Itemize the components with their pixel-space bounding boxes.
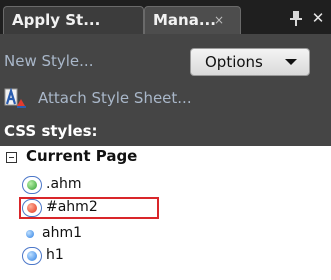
tab-close-icon[interactable]: × (209, 7, 229, 33)
options-button-label: Options (205, 53, 263, 71)
stylesheet-icon (4, 87, 30, 110)
panel-tab-bar: Apply St... Mana... × ✕ (0, 0, 331, 34)
tab-apply-styles[interactable]: Apply St... (3, 6, 144, 34)
red-dot-icon (27, 203, 37, 213)
tab-manage-styles[interactable]: Mana... × (144, 6, 241, 34)
dropdown-caret-icon (285, 59, 297, 65)
new-style-link[interactable]: New Style... (4, 52, 93, 70)
style-item-label: .ahm (46, 176, 82, 192)
style-item-label: #ahm2 (46, 199, 98, 215)
panel-close-icon[interactable]: ✕ (308, 8, 328, 28)
blue-dot-icon (26, 230, 34, 238)
collapse-icon[interactable] (6, 152, 17, 163)
style-item-label: ahm1 (42, 225, 82, 241)
tree-group-current-page[interactable]: Current Page (26, 147, 137, 165)
blue-dot-icon (27, 251, 37, 261)
css-styles-heading: CSS styles: (4, 122, 98, 140)
css-styles-tree: Current Page .ahm #ahm2 ahm1 h1 (0, 146, 331, 280)
attach-style-sheet-link[interactable]: Attach Style Sheet... (38, 89, 192, 107)
pin-icon[interactable] (286, 8, 306, 28)
style-ring (22, 247, 42, 265)
green-dot-icon (27, 180, 37, 190)
tab-apply-styles-label: Apply St... (12, 11, 101, 29)
style-ring (22, 176, 42, 194)
style-item-label: h1 (46, 247, 64, 263)
style-ring (22, 199, 42, 217)
tab-manage-styles-label: Mana... (153, 11, 216, 29)
manage-styles-panel: New Style... Options Attach Style Sheet.… (0, 34, 331, 280)
options-button[interactable]: Options (190, 48, 310, 76)
style-item-id-ahm2-selected[interactable]: #ahm2 (19, 197, 159, 219)
